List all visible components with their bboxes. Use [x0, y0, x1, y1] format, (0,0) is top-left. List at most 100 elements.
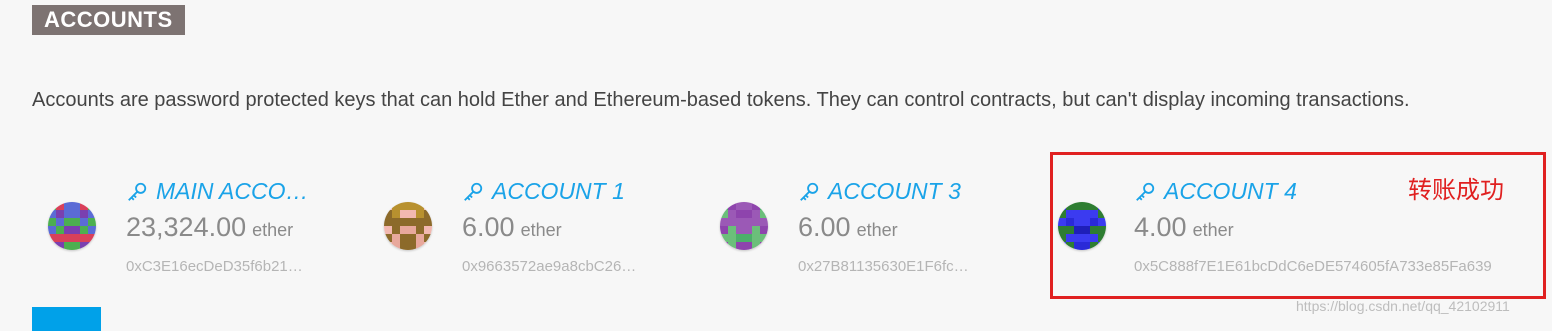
accounts-description: Accounts are password protected keys tha…	[32, 89, 1410, 111]
identicon-pixel	[736, 242, 744, 250]
identicon-pixel	[48, 202, 56, 210]
identicon-pixel	[400, 226, 408, 234]
identicon-pixel	[56, 218, 64, 226]
account-address: 0x27B81135630E1F6fc…	[798, 258, 969, 275]
identicon-pixel	[720, 218, 728, 226]
identicon-pixel	[760, 234, 768, 242]
identicon-pixel	[80, 226, 88, 234]
identicon-pixel	[72, 242, 80, 250]
account-name: ACCOUNT 1	[492, 178, 625, 204]
watermark: https://blog.csdn.net/qq_42102911	[1296, 298, 1510, 314]
account-name-link[interactable]: ACCOUNT 3	[798, 178, 961, 205]
identicon-pixel	[72, 210, 80, 218]
identicon-pixel	[64, 202, 72, 210]
identicon-pixel	[408, 234, 416, 242]
account-identicon	[720, 202, 768, 250]
identicon-pixel	[88, 202, 96, 210]
identicon-pixel	[416, 218, 424, 226]
identicon-pixel	[56, 202, 64, 210]
identicon-pixel	[408, 226, 416, 234]
key-icon	[128, 182, 147, 201]
identicon-pixel	[392, 234, 400, 242]
account-address: 0x9663572ae9a8cbC26…	[462, 258, 637, 275]
identicon-pixel	[720, 242, 728, 250]
identicon-pixel	[424, 218, 432, 226]
identicon-pixel	[392, 202, 400, 210]
identicon-pixel	[728, 226, 736, 234]
identicon-pixel	[48, 210, 56, 218]
identicon-pixel	[80, 234, 88, 242]
account-identicon	[384, 202, 432, 250]
identicon-pixel	[64, 210, 72, 218]
identicon-pixel	[416, 226, 424, 234]
identicon-pixel	[56, 242, 64, 250]
identicon-pixel	[424, 234, 432, 242]
identicon-pixel	[752, 242, 760, 250]
identicon-pixel	[392, 226, 400, 234]
identicon-pixel	[744, 234, 752, 242]
identicon-pixel	[736, 234, 744, 242]
identicon-pixel	[88, 210, 96, 218]
identicon-pixel	[760, 218, 768, 226]
identicon-pixel	[64, 242, 72, 250]
accounts-section-title: ACCOUNTS	[32, 5, 185, 35]
identicon-pixel	[416, 234, 424, 242]
balance-amount: 23,324.00	[126, 212, 247, 242]
identicon-pixel	[400, 218, 408, 226]
identicon-pixel	[720, 226, 728, 234]
identicon-pixel	[736, 226, 744, 234]
identicon-pixel	[48, 242, 56, 250]
identicon-pixel	[48, 226, 56, 234]
identicon-pixel	[752, 234, 760, 242]
identicon-pixel	[80, 242, 88, 250]
identicon-pixel	[384, 242, 392, 250]
identicon-pixel	[408, 202, 416, 210]
identicon-pixel	[728, 210, 736, 218]
account-card-main[interactable]: MAIN ACCO… 23,324.00 ether 0xC3E16ecDeD35…	[48, 174, 378, 286]
account-name: MAIN ACCO…	[156, 178, 309, 204]
identicon-pixel	[72, 218, 80, 226]
identicon-pixel	[384, 202, 392, 210]
identicon-pixel	[400, 234, 408, 242]
identicon-pixel	[728, 218, 736, 226]
identicon-pixel	[736, 218, 744, 226]
balance-unit: ether	[520, 220, 562, 240]
key-icon	[800, 182, 819, 201]
identicon-pixel	[384, 226, 392, 234]
identicon-pixel	[744, 226, 752, 234]
identicon-pixel	[720, 202, 728, 210]
account-card-1[interactable]: ACCOUNT 1 6.00 ether 0x9663572ae9a8cbC26…	[384, 174, 714, 286]
identicon-pixel	[752, 202, 760, 210]
identicon-pixel	[720, 234, 728, 242]
identicon-pixel	[752, 210, 760, 218]
identicon-pixel	[424, 242, 432, 250]
identicon-pixel	[80, 210, 88, 218]
identicon-pixel	[744, 202, 752, 210]
identicon-pixel	[752, 226, 760, 234]
identicon-pixel	[72, 234, 80, 242]
identicon-pixel	[400, 242, 408, 250]
identicon-pixel	[424, 202, 432, 210]
add-account-button[interactable]	[32, 307, 101, 331]
identicon-pixel	[48, 218, 56, 226]
balance-unit: ether	[252, 220, 294, 240]
identicon-pixel	[736, 202, 744, 210]
balance-unit: ether	[856, 220, 898, 240]
key-icon	[464, 182, 483, 201]
identicon-pixel	[64, 218, 72, 226]
account-name-link[interactable]: MAIN ACCO…	[126, 178, 309, 205]
account-card-3[interactable]: ACCOUNT 3 6.00 ether 0x27B81135630E1F6fc…	[720, 174, 1050, 286]
account-name-link[interactable]: ACCOUNT 1	[462, 178, 625, 205]
identicon-pixel	[392, 210, 400, 218]
identicon-pixel	[744, 218, 752, 226]
identicon-pixel	[64, 226, 72, 234]
identicon-pixel	[56, 234, 64, 242]
identicon-pixel	[88, 218, 96, 226]
identicon-pixel	[80, 202, 88, 210]
identicon-pixel	[416, 210, 424, 218]
transfer-success-annotation: 转账成功	[1408, 176, 1504, 204]
identicon-pixel	[392, 218, 400, 226]
identicon-pixel	[728, 242, 736, 250]
account-identicon	[48, 202, 96, 250]
identicon-pixel	[56, 226, 64, 234]
